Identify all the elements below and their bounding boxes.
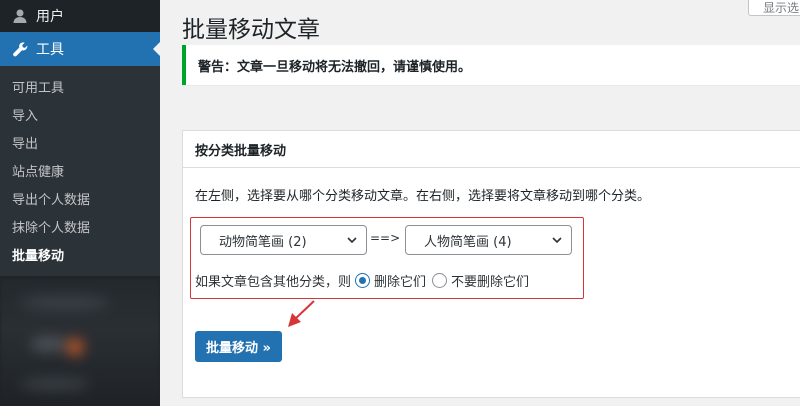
submenu-item-export[interactable]: 导出 <box>0 128 160 156</box>
blurred-item <box>20 296 110 310</box>
to-category-value: 人物简笔画 (4) <box>424 234 512 250</box>
blurred-item <box>30 336 70 352</box>
submenu-item-import[interactable]: 导入 <box>0 100 160 128</box>
main-content: 显示选 批量移动文章 警告：文章一旦移动将无法撤回，请谨慎使用。 按分类批量移动… <box>160 0 800 406</box>
panel-description: 在左侧，选择要从哪个分类移动文章。在右侧，选择要将文章移动到哪个分类。 <box>195 189 651 204</box>
other-category-label: 如果文章包含其他分类，则 <box>195 275 352 290</box>
submenu-item-export-personal-data[interactable]: 导出个人数据 <box>0 184 160 212</box>
panel-title: 按分类批量移动 <box>195 143 287 159</box>
submenu-item-erase-personal-data[interactable]: 抹除个人数据 <box>0 212 160 240</box>
user-icon <box>10 6 30 26</box>
chevron-down-icon <box>347 237 357 244</box>
from-category-value: 动物简笔画 (2) <box>219 234 307 250</box>
annotation-arrow-icon <box>288 300 315 327</box>
other-category-options: 如果文章包含其他分类，则 删除它们 不要删除它们 <box>195 271 529 290</box>
menu-item-tools-label: 工具 <box>36 42 64 58</box>
blurred-menu-area <box>0 278 160 406</box>
radio-keep-label[interactable]: 不要删除它们 <box>451 271 529 290</box>
radio-keep[interactable] <box>432 273 448 288</box>
radio-delete-label[interactable]: 删除它们 <box>374 271 426 290</box>
warning-notice-text: 警告：文章一旦移动将无法撤回，请谨慎使用。 <box>198 59 472 75</box>
from-category-select[interactable]: 动物简笔画 (2) <box>200 225 367 255</box>
move-arrow-text: ==> <box>370 231 401 245</box>
menu-item-users[interactable]: 用户 <box>0 0 160 32</box>
menu-item-users-label: 用户 <box>36 9 64 25</box>
submenu-item-available-tools[interactable]: 可用工具 <box>0 72 160 100</box>
to-category-select[interactable]: 人物简笔画 (4) <box>405 225 572 255</box>
blurred-badge <box>66 338 84 356</box>
screen-options-button[interactable]: 显示选 <box>748 0 800 16</box>
panel-header: 按分类批量移动 <box>183 131 800 168</box>
menu-item-tools[interactable]: 工具 <box>0 32 160 66</box>
warning-notice: 警告：文章一旦移动将无法撤回，请谨慎使用。 <box>182 45 800 85</box>
tools-submenu: 可用工具 导入 导出 站点健康 导出个人数据 抹除个人数据 批量移动 <box>0 66 160 276</box>
bulk-move-panel: 按分类批量移动 在左侧，选择要从哪个分类移动文章。在右侧，选择要将文章移动到哪个… <box>182 130 800 398</box>
wrench-icon <box>10 39 30 59</box>
bulk-move-submit-button[interactable]: 批量移动 » <box>195 331 282 362</box>
chevron-down-icon <box>552 237 562 244</box>
blurred-item <box>20 378 90 390</box>
submenu-item-bulk-move[interactable]: 批量移动 <box>0 240 160 268</box>
radio-delete[interactable] <box>355 273 371 288</box>
page-title: 批量移动文章 <box>182 17 320 43</box>
submenu-item-site-health[interactable]: 站点健康 <box>0 156 160 184</box>
admin-sidebar: 用户 工具 可用工具 导入 导出 站点健康 导出个人数据 抹除个人数据 批量移动 <box>0 0 160 406</box>
